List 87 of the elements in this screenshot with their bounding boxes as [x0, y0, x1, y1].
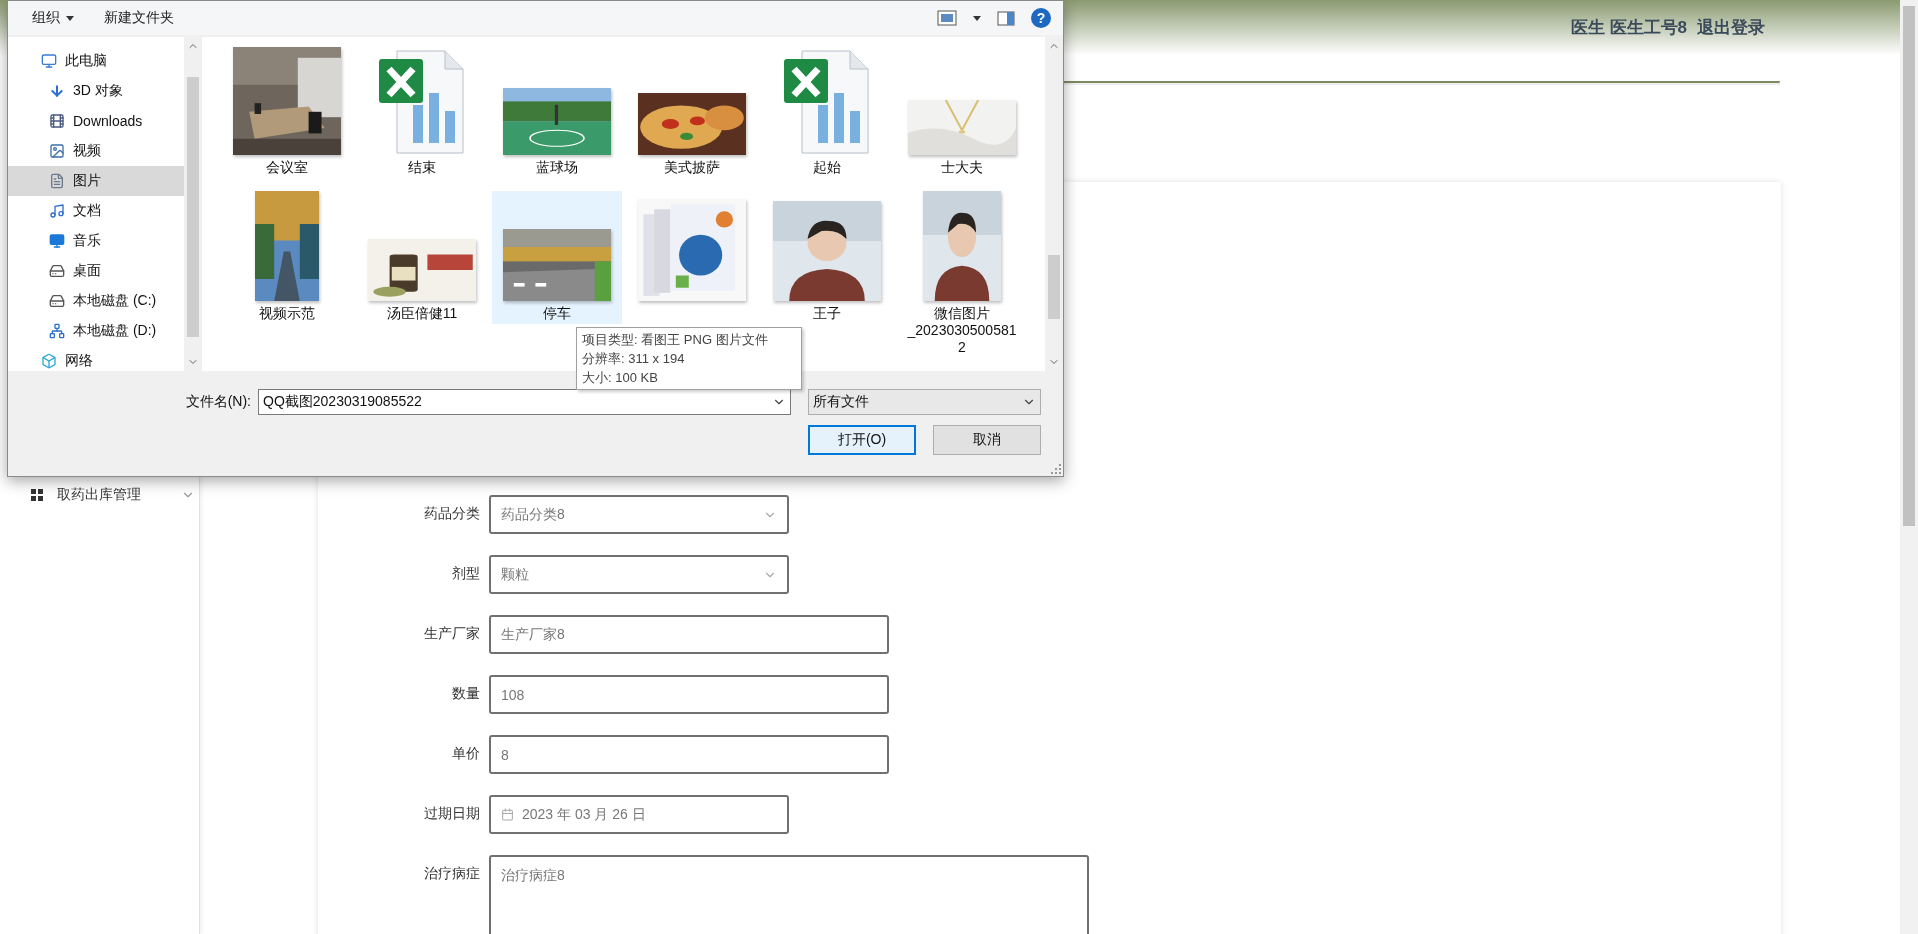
file-tile[interactable]: 结束	[357, 45, 487, 178]
user-name: 医生 医生工号8	[1570, 17, 1687, 39]
file-name: 视频示范	[259, 305, 315, 322]
input-field[interactable]: 生产厂家8	[489, 615, 889, 654]
field-label: 治疗病症	[423, 864, 480, 883]
nav-item[interactable]: 桌面	[8, 256, 184, 286]
field-label: 剂型	[451, 564, 480, 583]
nav-item[interactable]: 此电脑	[8, 46, 184, 76]
file-name: 会议室	[266, 159, 308, 176]
scrollbar-thumb[interactable]	[187, 77, 199, 337]
file-tile[interactable]: 视频示范	[222, 191, 352, 324]
view-icon[interactable]	[937, 10, 957, 26]
filename-field[interactable]: QQ截图20230319085522	[258, 389, 791, 415]
scrollbar-thumb[interactable]	[1903, 6, 1915, 526]
field-label: 过期日期	[423, 804, 480, 823]
select-field[interactable]: 颗粒	[489, 555, 789, 594]
file-name: 汤臣倍健11	[386, 305, 458, 322]
tooltip-line: 大小: 100 KB	[582, 369, 659, 387]
nav-item[interactable]: 音乐	[8, 226, 184, 256]
file-tile[interactable]: 蓝球场	[492, 45, 622, 178]
file-tile[interactable]: 王子	[762, 191, 892, 324]
field-label: 生产厂家	[423, 624, 480, 643]
scrollbar[interactable]	[1900, 0, 1918, 934]
file-name: 起始	[813, 159, 841, 176]
computer-icon	[41, 53, 57, 69]
scrollbar[interactable]	[184, 37, 202, 371]
file-tile[interactable]: 微信图片_20230305005812	[897, 191, 1027, 358]
input-field[interactable]: 108	[489, 675, 889, 714]
file-tile[interactable]: 会议室	[222, 45, 352, 178]
field-label: 药品分类	[423, 504, 480, 523]
nav-item[interactable]: 3D 对象	[8, 76, 184, 106]
file-name: 王子	[813, 305, 841, 322]
field-label: 单价	[451, 744, 480, 763]
nav-item[interactable]: Downloads	[8, 106, 184, 136]
textarea-field[interactable]: 治疗病症8	[489, 855, 1089, 934]
caret-icon	[66, 15, 74, 21]
file-tile[interactable]: 士大夫	[897, 45, 1027, 178]
nav-item[interactable]: 图片	[8, 166, 184, 196]
menu-item[interactable]: 取药出库管理	[0, 480, 199, 510]
file-tile[interactable]: 停车	[492, 191, 622, 324]
music-note-icon	[49, 203, 65, 219]
file-name: 士大夫	[941, 159, 983, 176]
nav-item[interactable]: 视频	[8, 136, 184, 166]
file-name: 结束	[408, 159, 436, 176]
organize-button[interactable]: 组织	[32, 9, 74, 27]
spreadsheet-file-icon	[377, 49, 467, 155]
help-button[interactable]: ?	[1031, 8, 1051, 28]
file-name: 美式披萨	[664, 159, 720, 176]
download-arrow-icon	[49, 83, 65, 99]
network-icon	[49, 323, 65, 339]
drive-icon	[49, 293, 65, 309]
scrollbar-thumb[interactable]	[1048, 255, 1060, 319]
desktop-icon	[49, 233, 65, 249]
file-name: 蓝球场	[536, 159, 578, 176]
nav-item[interactable]: 本地磁盘 (D:)	[8, 316, 184, 346]
film-icon	[49, 113, 65, 129]
file-name: 停车	[543, 305, 571, 322]
nav-item[interactable]: 网络	[8, 346, 184, 371]
new-folder-button[interactable]: 新建文件夹	[104, 9, 174, 27]
cube-icon	[41, 353, 57, 369]
dialog-button[interactable]: 取消	[933, 425, 1041, 455]
drive-icon	[49, 263, 65, 279]
image-icon	[49, 143, 65, 159]
filename-label: 文件名(N):	[184, 393, 251, 411]
preview-pane-icon[interactable]	[997, 10, 1015, 26]
calendar-icon	[501, 808, 514, 821]
input-field[interactable]: 8	[489, 735, 889, 774]
file-tile[interactable]: 汤臣倍健11	[357, 191, 487, 324]
scrollbar[interactable]	[1045, 37, 1063, 371]
tooltip-line: 项目类型: 看图王 PNG 图片文件	[582, 331, 769, 349]
spreadsheet-file-icon	[782, 49, 872, 155]
grid-icon	[31, 489, 43, 501]
logout-link[interactable]: 退出登录	[1697, 16, 1765, 39]
file-type-dropdown[interactable]: 所有文件	[808, 389, 1041, 415]
file-tile[interactable]: 起始	[762, 45, 892, 178]
date-field[interactable]: 2023 年 03 月 26 日	[489, 795, 789, 834]
field-label: 数量	[451, 684, 480, 703]
nav-item[interactable]: 文档	[8, 196, 184, 226]
resize-grip-icon	[1051, 464, 1061, 474]
tooltip-line: 分辨率: 311 x 194	[582, 350, 686, 368]
nav-item[interactable]: 本地磁盘 (C:)	[8, 286, 184, 316]
dialog-button[interactable]: 打开(O)	[808, 425, 916, 455]
file-tile[interactable]: 美式披萨	[627, 45, 757, 178]
select-field[interactable]: 药品分类8	[489, 495, 789, 534]
file-name: 微信图片_20230305005812	[906, 305, 1018, 356]
caret-icon[interactable]	[973, 15, 981, 21]
document-icon	[49, 173, 65, 189]
